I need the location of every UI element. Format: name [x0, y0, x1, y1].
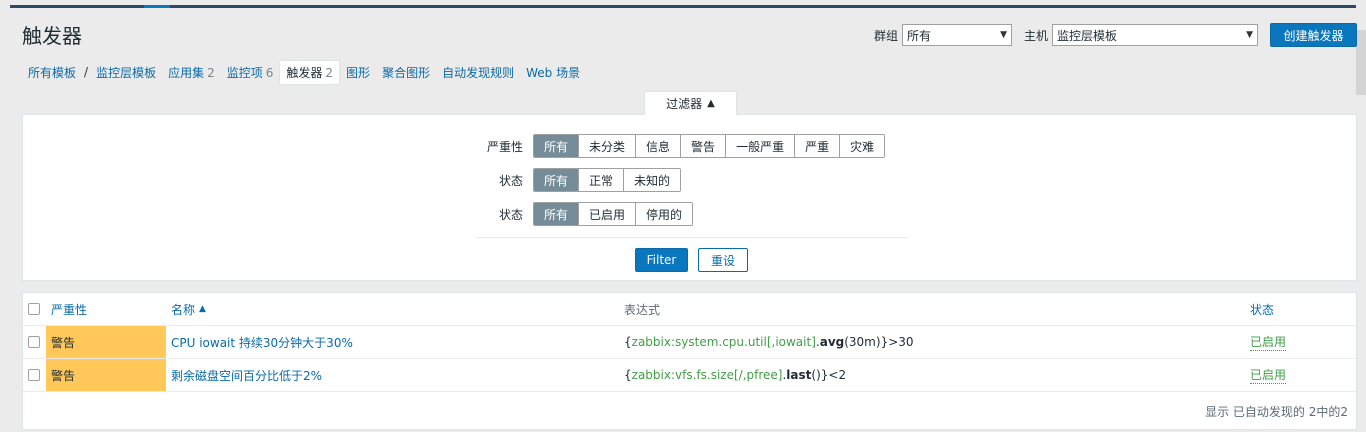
create-trigger-button[interactable]: 创建触发器	[1270, 23, 1357, 47]
state-option-normal[interactable]: 正常	[579, 169, 625, 191]
group-select[interactable]: 所有 ▼	[902, 24, 1013, 46]
top-bar	[0, 0, 1366, 8]
severity-option-information[interactable]: 信息	[636, 135, 682, 157]
nav-all-templates[interactable]: 所有模板	[22, 61, 82, 84]
severity-option-high[interactable]: 严重	[795, 135, 841, 157]
column-header-name-label: 名称	[171, 302, 196, 317]
severity-cell: 警告	[46, 359, 166, 391]
severity-filter-row: 严重性 所有 未分类 信息 警告 一般严重 严重 灾难	[485, 134, 886, 158]
filter-divider	[475, 237, 908, 238]
host-select[interactable]: 监控层模板 ▼	[1052, 24, 1259, 46]
top-bar-line	[10, 5, 1356, 8]
group-filter: 群组 所有 ▼	[874, 24, 1013, 46]
breadcrumb-separator: /	[84, 65, 89, 79]
state-filter-label: 状态	[498, 173, 523, 188]
state-option-unknown[interactable]: 未知的	[624, 169, 681, 191]
table-row: 警告 剩余磁盘空间百分比低于2% {zabbix:vfs.fs.size[/,p…	[23, 359, 1356, 392]
severity-filter-label: 严重性	[486, 139, 523, 154]
expression-cell: {zabbix:vfs.fs.size[/,pfree]. last()}<2	[624, 359, 846, 391]
status-segmented-control: 所有 已启用 停用的	[533, 202, 694, 226]
chevron-down-icon: ▼	[1000, 30, 1008, 40]
sort-ascending-icon: ▲	[199, 304, 206, 314]
page-title: 触发器	[22, 24, 82, 48]
nav-items-count: 6	[265, 65, 274, 80]
severity-option-disaster[interactable]: 灾难	[840, 135, 885, 157]
table-row: 警告 CPU iowait 持续30分钟大于30% {zabbix:system…	[23, 326, 1356, 359]
status-filter-row: 状态 所有 已启用 停用的	[485, 202, 694, 226]
table-footer-summary: 显示 已自动发现的 2中的2	[1205, 405, 1348, 419]
status-option-disabled[interactable]: 停用的	[636, 203, 693, 225]
status-toggle-link[interactable]: 已启用	[1250, 333, 1287, 351]
scrollbar[interactable]	[1356, 30, 1366, 95]
column-header-status[interactable]: 状态	[1250, 293, 1274, 325]
nav-applications-label: 应用集	[168, 65, 205, 80]
row-checkbox-cell	[28, 326, 40, 358]
column-header-expression: 表达式	[624, 302, 661, 317]
status-option-all[interactable]: 所有	[534, 203, 580, 225]
group-label: 群组	[874, 28, 899, 43]
status-cell: 已启用	[1250, 326, 1287, 358]
severity-option-all[interactable]: 所有	[534, 135, 580, 157]
filter-reset-button[interactable]: 重设	[698, 248, 748, 272]
row-checkbox[interactable]	[28, 336, 40, 348]
nav-triggers-count: 2	[325, 65, 334, 80]
filter-tab[interactable]: 过滤器 ▲	[644, 91, 737, 115]
chevron-down-icon: ▼	[1246, 30, 1254, 40]
row-checkbox[interactable]	[28, 369, 40, 381]
nav-discovery-rules[interactable]: 自动发现规则	[436, 61, 520, 84]
triggers-table: 严重性 名称 ▲ 表达式 状态 警告 CPU iowait 持续30分钟大于30…	[22, 292, 1357, 430]
trigger-name-link[interactable]: CPU iowait 持续30分钟大于30%	[171, 326, 353, 358]
host-filter: 主机 监控层模板 ▼	[1024, 24, 1259, 46]
nav-applications-count: 2	[207, 65, 215, 80]
top-bar-active-marker	[144, 5, 170, 8]
expression-item-key: zabbix:system.cpu.util[,iowait]	[631, 335, 816, 349]
trigger-name-link[interactable]: 剩余磁盘空间百分比低于2%	[171, 359, 322, 391]
status-cell: 已启用	[1250, 359, 1287, 391]
column-header-severity[interactable]: 严重性	[51, 293, 87, 325]
nav-web-scenarios[interactable]: Web 场景	[520, 61, 586, 84]
filter-panel: 严重性 所有 未分类 信息 警告 一般严重 严重 灾难 状态 所有 正常 未知的…	[22, 114, 1357, 281]
filter-apply-button[interactable]: Filter	[635, 248, 688, 272]
expression-args: (30m)	[844, 335, 881, 349]
expression-close: }>30	[880, 335, 914, 349]
nav-triggers[interactable]: 触发器 2	[279, 59, 341, 85]
expression-function: last	[786, 368, 812, 382]
nav-template[interactable]: 监控层模板	[90, 61, 162, 84]
select-all-checkbox-cell	[28, 293, 40, 325]
host-label: 主机	[1024, 28, 1049, 43]
nav-items-label: 监控项	[226, 65, 263, 80]
expression-open: {	[624, 335, 632, 349]
column-header-name[interactable]: 名称 ▲	[171, 293, 206, 325]
nav-graphs[interactable]: 图形	[340, 61, 376, 84]
expression-cell: {zabbix:system.cpu.util[,iowait]. avg (30m…	[624, 326, 914, 358]
group-select-value: 所有	[907, 28, 932, 43]
breadcrumb-nav: 所有模板 / 监控层模板 应用集 2 监控项 6 触发器 2 图形 聚合图形 自动发现…	[22, 59, 586, 85]
severity-segmented-control: 所有 未分类 信息 警告 一般严重 严重 灾难	[533, 134, 886, 158]
status-toggle-link[interactable]: 已启用	[1250, 366, 1287, 384]
nav-items[interactable]: 监控项 6	[221, 61, 280, 84]
nav-applications[interactable]: 应用集 2	[162, 61, 221, 84]
expression-args: ()	[811, 368, 821, 382]
triangle-up-icon: ▲	[707, 98, 715, 109]
nav-screens[interactable]: 聚合图形	[376, 61, 436, 84]
status-option-enabled[interactable]: 已启用	[579, 203, 637, 225]
expression-close: }<2	[820, 368, 847, 382]
severity-option-not-classified[interactable]: 未分类	[579, 135, 637, 157]
status-filter-label: 状态	[498, 207, 523, 222]
host-select-value: 监控层模板	[1057, 28, 1118, 43]
state-filter-row: 状态 所有 正常 未知的	[485, 168, 682, 192]
filter-tab-label: 过滤器	[666, 97, 703, 111]
severity-option-warning[interactable]: 警告	[681, 135, 727, 157]
table-header-row: 严重性 名称 ▲ 表达式 状态	[23, 293, 1356, 326]
expression-open: {	[624, 368, 632, 382]
state-segmented-control: 所有 正常 未知的	[533, 168, 682, 192]
severity-option-average[interactable]: 一般严重	[726, 135, 796, 157]
expression-item-key: zabbix:vfs.fs.size[/,pfree]	[631, 368, 783, 382]
select-all-checkbox[interactable]	[28, 303, 40, 315]
expression-function: avg	[819, 335, 845, 349]
severity-cell: 警告	[46, 326, 166, 358]
state-option-all[interactable]: 所有	[534, 169, 580, 191]
nav-triggers-label: 触发器	[286, 65, 323, 80]
row-checkbox-cell	[28, 359, 40, 391]
